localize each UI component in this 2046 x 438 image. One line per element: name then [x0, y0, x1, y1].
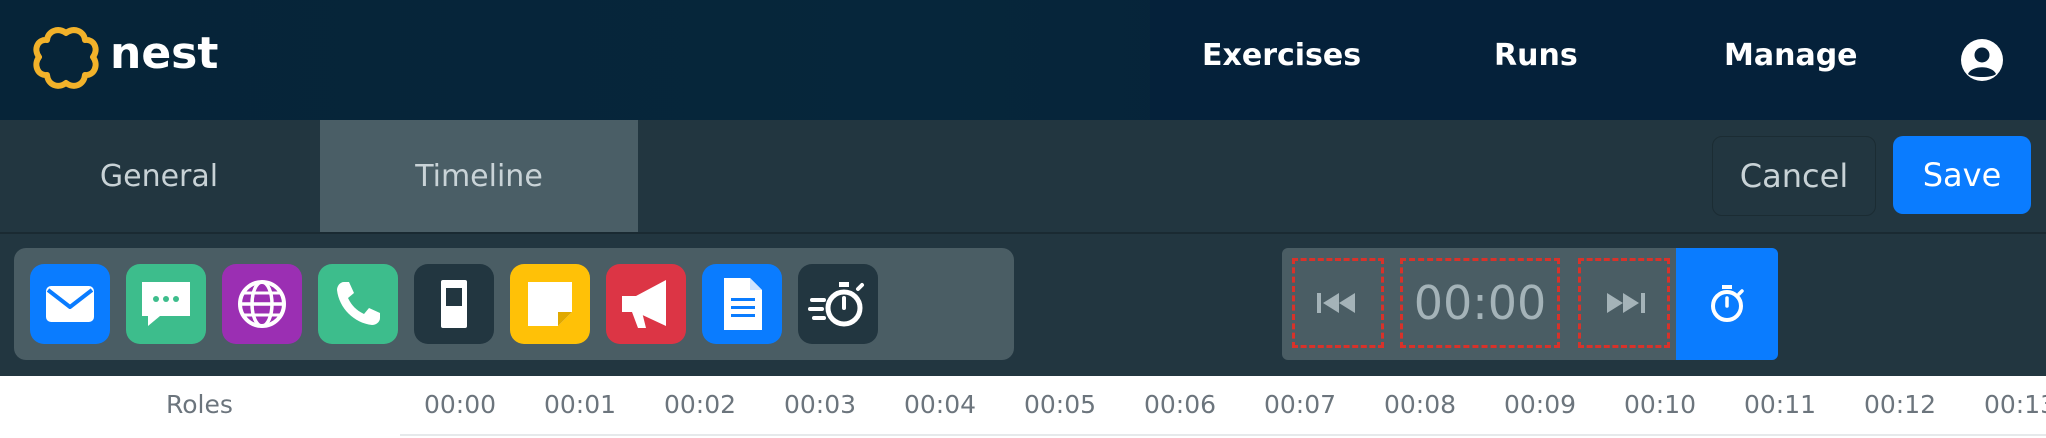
- user-circle-icon[interactable]: [1960, 38, 2004, 82]
- inject-timer[interactable]: [798, 264, 878, 344]
- fast-timer-icon: [808, 282, 864, 327]
- editor-tabbar: General Timeline Cancel Save: [0, 120, 2046, 234]
- inject-announcement[interactable]: [606, 264, 686, 344]
- phone-icon: [337, 282, 380, 325]
- timeline-toolbar: 00:00: [0, 234, 2046, 376]
- time-tick: 00:04: [904, 390, 977, 419]
- chat-icon: [142, 282, 190, 326]
- time-tick: 00:00: [424, 390, 497, 419]
- nav-manage-link[interactable]: Manage: [1724, 38, 1858, 73]
- sticky-note-icon: [528, 282, 572, 326]
- inject-phone[interactable]: [318, 264, 398, 344]
- time-tick: 00:05: [1024, 390, 1097, 419]
- time-tick: 00:06: [1144, 390, 1217, 419]
- top-navbar: nest Exercises Runs Manage: [0, 0, 2046, 120]
- mobile-device-icon: [441, 280, 467, 328]
- time-tick: 00:12: [1864, 390, 1937, 419]
- fast-forward-button[interactable]: [1578, 258, 1670, 348]
- inject-chat[interactable]: [126, 264, 206, 344]
- elapsed-time-display: 00:00: [1400, 258, 1560, 348]
- inject-mobile[interactable]: [414, 264, 494, 344]
- save-button[interactable]: Save: [1893, 136, 2031, 214]
- globe-icon: [238, 280, 286, 328]
- inject-email[interactable]: [30, 264, 110, 344]
- time-tick: 00:13: [1984, 390, 2046, 419]
- timeline-header: Roles 00:00 00:01 00:02 00:03 00:04 00:05 00:0…: [0, 376, 2046, 438]
- time-tick: 00:07: [1264, 390, 1337, 419]
- inject-web[interactable]: [222, 264, 302, 344]
- time-tick: 00:03: [784, 390, 857, 419]
- brand-name: nest: [110, 27, 219, 79]
- time-tick: 00:01: [544, 390, 617, 419]
- time-tick: 00:10: [1624, 390, 1697, 419]
- nav-runs-link[interactable]: Runs: [1494, 38, 1578, 73]
- stopwatch-icon: [1711, 285, 1744, 322]
- email-icon: [46, 286, 94, 322]
- timer-button[interactable]: [1676, 248, 1778, 360]
- tab-timeline[interactable]: Timeline: [320, 120, 638, 232]
- timeline-divider: [400, 434, 2046, 436]
- inject-document[interactable]: [702, 264, 782, 344]
- nav-exercises-link[interactable]: Exercises: [1202, 38, 1361, 73]
- megaphone-icon: [622, 280, 666, 328]
- inject-note[interactable]: [510, 264, 590, 344]
- timeline-player: 00:00: [1282, 248, 1678, 360]
- rewind-button[interactable]: [1292, 258, 1384, 348]
- inject-palette: [14, 248, 1014, 360]
- tab-general[interactable]: General: [0, 120, 318, 232]
- fast-forward-icon: [1607, 293, 1645, 313]
- time-tick: 00:08: [1384, 390, 1457, 419]
- document-icon: [724, 278, 762, 330]
- time-tick: 00:11: [1744, 390, 1817, 419]
- rewind-icon: [1317, 293, 1355, 313]
- cancel-button[interactable]: Cancel: [1712, 136, 1876, 216]
- brand[interactable]: nest: [32, 24, 218, 94]
- roles-column-header: Roles: [166, 390, 233, 419]
- time-tick: 00:09: [1504, 390, 1577, 419]
- time-tick: 00:02: [664, 390, 737, 419]
- flower-logo-icon: [33, 27, 99, 89]
